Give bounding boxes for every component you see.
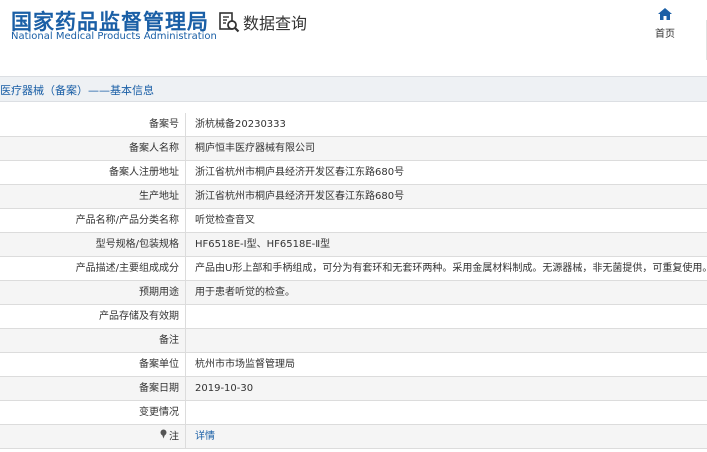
table-row: 变更情况 xyxy=(0,401,707,425)
row-value: 杭州市市场监督管理局 xyxy=(186,353,707,376)
row-value xyxy=(186,401,707,424)
home-icon xyxy=(650,7,680,21)
pin-icon xyxy=(159,425,168,448)
table-row: 备案日期 2019-10-30 xyxy=(0,377,707,401)
row-label: 备案日期 xyxy=(0,377,186,400)
home-nav-button[interactable]: 首页 xyxy=(650,7,680,40)
row-label: 注 xyxy=(0,425,186,448)
row-value: 浙江省杭州市桐庐县经济开发区春江东路680号 xyxy=(186,185,707,208)
row-label: 备注 xyxy=(0,329,186,352)
table-row: 备案人注册地址 浙江省杭州市桐庐县经济开发区春江东路680号 xyxy=(0,161,707,185)
table-row: 生产地址 浙江省杭州市桐庐县经济开发区春江东路680号 xyxy=(0,185,707,209)
basic-info-table: 备案号 浙杭械备20230333 备案人名称 桐庐恒丰医疗器械有限公司 备案人注… xyxy=(0,113,707,449)
table-row: 备案号 浙杭械备20230333 xyxy=(0,113,707,137)
row-value: 2019-10-30 xyxy=(186,377,707,400)
row-value: 听觉检查音叉 xyxy=(186,209,707,232)
table-row: 备案单位 杭州市市场监督管理局 xyxy=(0,353,707,377)
row-label: 生产地址 xyxy=(0,185,186,208)
search-document-icon xyxy=(218,11,240,33)
table-row: 备注 xyxy=(0,329,707,353)
data-query-link[interactable]: 数据查询 xyxy=(218,10,307,34)
row-value xyxy=(186,329,707,352)
table-row: 产品存储及有效期 xyxy=(0,305,707,329)
row-label: 备案人名称 xyxy=(0,137,186,160)
row-label: 变更情况 xyxy=(0,401,186,424)
table-row: 预期用途 用于患者听觉的检查。 xyxy=(0,281,707,305)
row-label: 型号规格/包装规格 xyxy=(0,233,186,256)
row-value: HF6518E-Ⅰ型、HF6518E-Ⅱ型 xyxy=(186,233,707,256)
home-nav-label: 首页 xyxy=(655,29,675,40)
row-value: 浙杭械备20230333 xyxy=(186,113,707,136)
row-label: 预期用途 xyxy=(0,281,186,304)
section-header: 医疗器械（备案）——基本信息 xyxy=(0,76,707,102)
row-value: 产品由U形上部和手柄组成，可分为有套环和无套环两种。采用金属材料制成。无源器械，… xyxy=(186,257,707,280)
details-link[interactable]: 详情 xyxy=(195,431,215,442)
row-value: 用于患者听觉的检查。 xyxy=(186,281,707,304)
table-row: 产品名称/产品分类名称 听觉检查音叉 xyxy=(0,209,707,233)
row-label: 产品描述/主要组成成分 xyxy=(0,257,186,280)
row-label: 产品存储及有效期 xyxy=(0,305,186,328)
section-title: 医疗器械（备案）——基本信息 xyxy=(0,84,154,97)
table-row-note: 注 详情 xyxy=(0,425,707,449)
row-label: 备案单位 xyxy=(0,353,186,376)
row-label: 备案人注册地址 xyxy=(0,161,186,184)
note-label: 注 xyxy=(169,431,179,443)
data-query-label: 数据查询 xyxy=(243,14,308,33)
table-row: 备案人名称 桐庐恒丰医疗器械有限公司 xyxy=(0,137,707,161)
site-logo-subtitle: National Medical Products Administration xyxy=(11,31,217,42)
table-row: 型号规格/包装规格 HF6518E-Ⅰ型、HF6518E-Ⅱ型 xyxy=(0,233,707,257)
row-value: 浙江省杭州市桐庐县经济开发区春江东路680号 xyxy=(186,161,707,184)
row-label: 产品名称/产品分类名称 xyxy=(0,209,186,232)
row-label: 备案号 xyxy=(0,113,186,136)
row-value: 详情 xyxy=(186,425,707,448)
table-row: 产品描述/主要组成成分 产品由U形上部和手柄组成，可分为有套环和无套环两种。采用… xyxy=(0,257,707,281)
site-header: 国家药品监督管理局 National Medical Products Admi… xyxy=(0,0,707,72)
row-value xyxy=(186,305,707,328)
row-value: 桐庐恒丰医疗器械有限公司 xyxy=(186,137,707,160)
